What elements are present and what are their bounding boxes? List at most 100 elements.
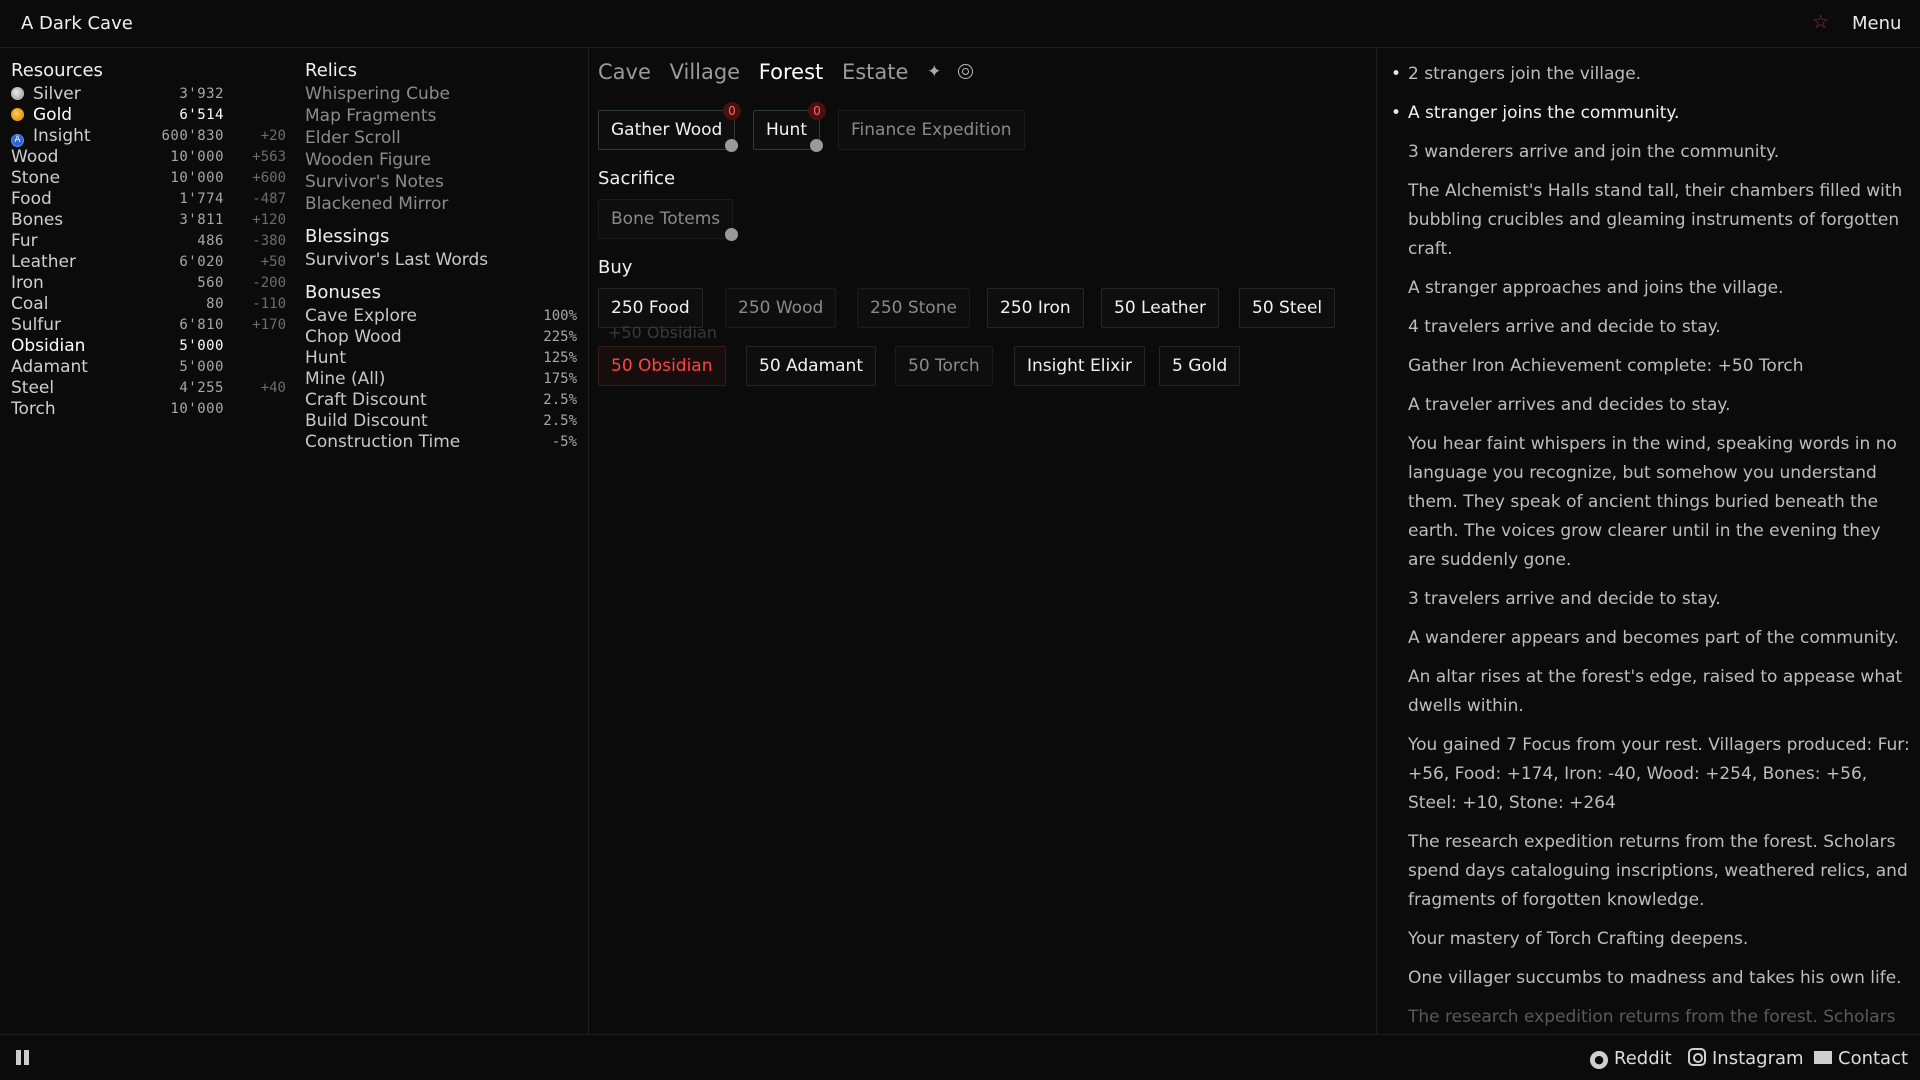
resource-name: Gold — [33, 105, 73, 125]
event-log: • 2 strangers join the village. • A strang… — [1390, 60, 1910, 1032]
resource-row-food: Food 1'774 -487 — [11, 189, 286, 210]
bonus-row: Chop Wood 225% — [305, 327, 577, 348]
resource-rate: +600 — [252, 170, 286, 186]
resource-name: Coal — [11, 294, 49, 314]
relic-item[interactable]: Elder Scroll — [305, 128, 577, 150]
resource-rate: -487 — [252, 191, 286, 207]
resource-rate: -380 — [252, 233, 286, 249]
resource-value: 5'000 — [179, 359, 224, 375]
log-entry: An altar rises at the forest's edge, rai… — [1408, 667, 1903, 716]
tab-village[interactable]: Village — [670, 60, 741, 84]
resource-value: 6'810 — [179, 317, 224, 333]
log-entry: The Alchemist's Halls stand tall, their … — [1408, 181, 1903, 259]
log-entry: You gained 7 Focus from your rest. Villa… — [1408, 735, 1910, 813]
contact-link[interactable]: Contact — [1814, 1048, 1908, 1069]
top-bar: A Dark Cave ☆ Menu — [0, 0, 1920, 48]
resource-row-iron: Iron 560 -200 — [11, 273, 286, 294]
menu-button[interactable]: Menu — [1852, 13, 1901, 34]
pause-icon[interactable] — [16, 1050, 32, 1065]
resource-rate: +40 — [260, 380, 286, 396]
instagram-icon — [1688, 1048, 1706, 1066]
log-entry: The research expedition returns from the… — [1408, 1007, 1896, 1027]
resource-rate: +50 — [260, 254, 286, 270]
bonus-row: Build Discount 2.5% — [305, 411, 577, 432]
bonus-row: Construction Time -5% — [305, 432, 577, 453]
resource-value: 6'514 — [179, 107, 224, 123]
resource-rate: +170 — [252, 317, 286, 333]
buy-iron-button[interactable]: 250 Iron — [987, 288, 1084, 328]
bonus-name: Build Discount — [305, 411, 428, 431]
resource-row-leather: Leather 6'020 +50 — [11, 252, 286, 273]
sparkle-icon[interactable]: ✦ — [927, 62, 941, 82]
bonus-row: Craft Discount 2.5% — [305, 390, 577, 411]
resource-row-gold: Gold 6'514 — [11, 105, 286, 126]
resource-name: Iron — [11, 273, 44, 293]
gather-wood-button[interactable]: Gather Wood — [598, 110, 736, 150]
tab-forest[interactable]: Forest — [759, 60, 823, 84]
reddit-link[interactable]: ● Reddit — [1590, 1048, 1672, 1069]
relic-item[interactable]: Wooden Figure — [305, 150, 577, 172]
resource-name: Sulfur — [11, 315, 62, 335]
log-entry: Gather Iron Achievement complete: +50 To… — [1408, 356, 1804, 376]
insight-elixir-button[interactable]: Insight Elixir — [1014, 346, 1145, 386]
blessing-item[interactable]: Survivor's Last Words — [305, 250, 577, 272]
buy-wood-button[interactable]: 250 Wood — [725, 288, 837, 328]
star-icon[interactable]: ☆ — [1812, 11, 1829, 33]
buy-adamant-button[interactable]: 50 Adamant — [746, 346, 876, 386]
bonus-name: Construction Time — [305, 432, 461, 452]
bullet-icon: • — [1391, 103, 1402, 123]
buy-leather-button[interactable]: 50 Leather — [1101, 288, 1219, 328]
relic-item[interactable]: Map Fragments — [305, 106, 577, 128]
resource-name: Wood — [11, 147, 59, 167]
resource-value: 6'020 — [179, 254, 224, 270]
buy-stone-button[interactable]: 250 Stone — [857, 288, 970, 328]
resource-rate: +563 — [252, 149, 286, 165]
log-entry: • A stranger joins the community. — [1390, 99, 1910, 128]
bonuses-title: Bonuses — [305, 282, 382, 303]
buy-food-button[interactable]: 250 Food — [598, 288, 703, 328]
hunt-progress-knob — [810, 139, 823, 152]
buy-title: Buy — [598, 257, 633, 278]
log-entry: A wanderer appears and becomes part of t… — [1408, 628, 1899, 648]
gold-coin-icon — [11, 108, 24, 121]
tab-estate[interactable]: Estate — [842, 60, 908, 84]
buy-torch-button[interactable]: 50 Torch — [895, 346, 993, 386]
log-entry: 3 travelers arrive and decide to stay. — [1408, 589, 1721, 609]
resource-rate: +120 — [252, 212, 286, 228]
bonus-value: 125% — [543, 350, 577, 366]
bonus-value: 2.5% — [543, 392, 577, 408]
relic-item[interactable]: Survivor's Notes — [305, 172, 577, 194]
buy-gold-button[interactable]: 5 Gold — [1159, 346, 1241, 386]
main-panel: Cave Village Forest Estate ✦ Gather Wood… — [598, 60, 1358, 386]
log-entry: A stranger approaches and joins the vill… — [1408, 278, 1784, 298]
resource-rate: -110 — [252, 296, 286, 312]
buy-steel-button[interactable]: 50 Steel — [1239, 288, 1336, 328]
mail-icon — [1814, 1051, 1832, 1064]
bonus-row: Cave Explore 100% — [305, 306, 577, 327]
resources-title: Resources — [11, 60, 103, 81]
resource-row-silver: Silver 3'932 — [11, 84, 286, 105]
resource-row-adamant: Adamant 5'000 — [11, 357, 286, 378]
bone-totems-progress-knob — [725, 228, 738, 241]
target-icon[interactable] — [958, 64, 974, 79]
divider — [1376, 48, 1377, 1034]
buy-obsidian-button[interactable]: 50 Obsidian — [598, 346, 726, 386]
finance-expedition-button[interactable]: Finance Expedition — [838, 110, 1025, 150]
resource-row-obsidian: Obsidian 5'000 — [11, 336, 286, 357]
resource-name: Steel — [11, 378, 55, 398]
bonus-name: Cave Explore — [305, 306, 418, 326]
tab-cave[interactable]: Cave — [598, 60, 651, 84]
instagram-link[interactable]: Instagram — [1688, 1048, 1804, 1069]
insight-icon: A — [11, 134, 24, 147]
relic-item[interactable]: Blackened Mirror — [305, 194, 577, 216]
bone-totems-button[interactable]: Bone Totems — [598, 199, 734, 239]
app-title: A Dark Cave — [21, 13, 133, 34]
resource-row-sulfur: Sulfur 6'810 +170 — [11, 315, 286, 336]
gather-wood-badge: 0 — [723, 102, 741, 120]
resource-row-bones: Bones 3'811 +120 — [11, 210, 286, 231]
resource-value: 486 — [197, 233, 224, 249]
resource-value: 80 — [206, 296, 224, 312]
relic-item[interactable]: Whispering Cube — [305, 84, 577, 106]
log-entry: A traveler arrives and decides to stay. — [1408, 395, 1731, 415]
resource-value: 10'000 — [170, 401, 224, 417]
